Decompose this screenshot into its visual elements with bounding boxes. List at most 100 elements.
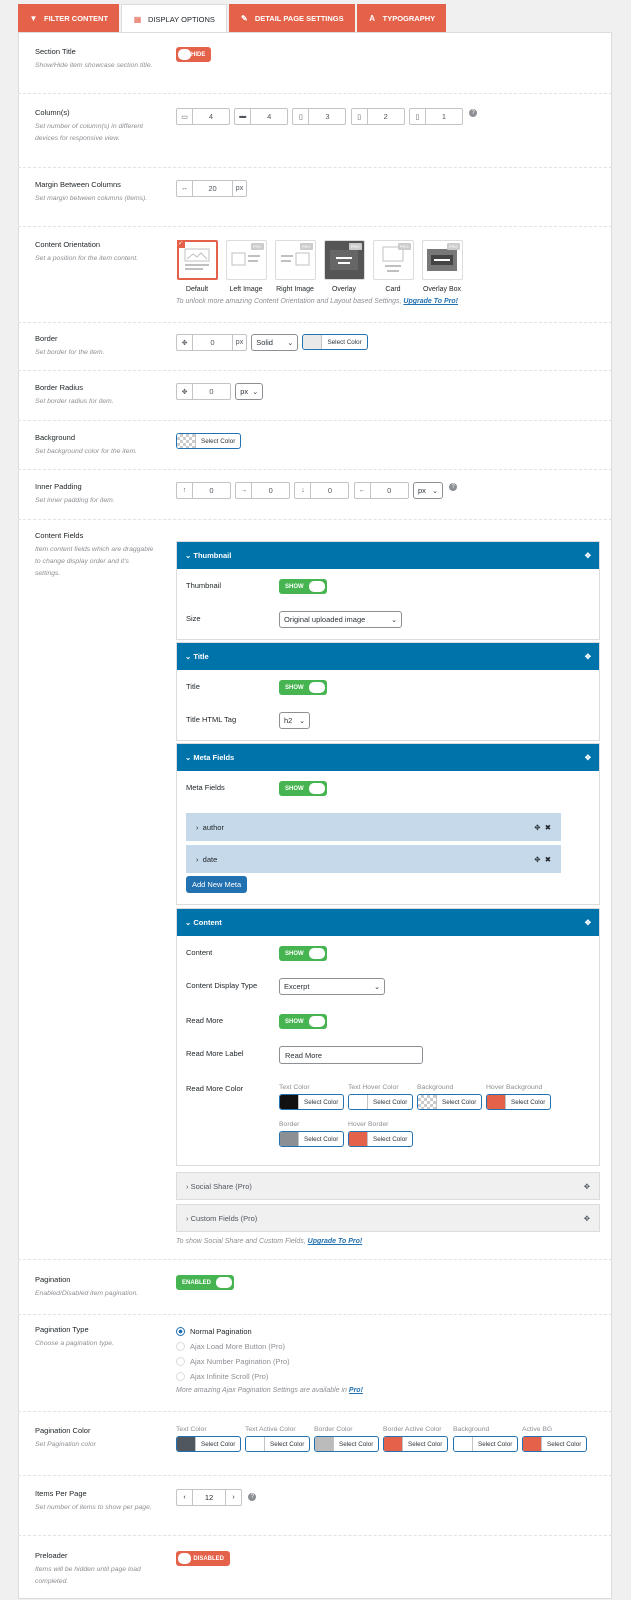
help-icon[interactable]: ?	[449, 482, 458, 491]
edit-icon: ✎	[241, 14, 248, 23]
pagination-toggle[interactable]: ENABLED	[176, 1275, 234, 1290]
padding-bottom-input[interactable]: ↓ 0	[294, 482, 350, 499]
radio-ajax-number-pagination[interactable]: Ajax Number Pagination (Pro)	[176, 1354, 363, 1369]
tab-display-options[interactable]: ▦ DISPLAY OPTIONS	[121, 4, 227, 33]
pagination-background-color-button[interactable]: Select Color	[453, 1436, 519, 1452]
pagination-border-active-color: Border Active Color Select Color	[383, 1426, 449, 1452]
decrement-icon[interactable]: ‹	[177, 1490, 192, 1505]
orientation-option-right-image[interactable]: PRO Right Image	[273, 240, 317, 293]
read-more-background-color-button[interactable]: Select Color	[417, 1094, 483, 1110]
read-more-border-color-button[interactable]: Select Color	[279, 1131, 345, 1147]
read-more-toggle[interactable]: SHOW	[279, 1014, 327, 1029]
divider	[18, 1475, 612, 1476]
read-more-hover-border-color-button[interactable]: Select Color	[348, 1131, 414, 1147]
pro-link[interactable]: Pro!	[349, 1387, 363, 1394]
move-icon[interactable]: ✥	[584, 1214, 590, 1223]
padding-left-input[interactable]: ← 0	[353, 482, 409, 499]
radio-normal-pagination[interactable]: Normal Pagination	[176, 1324, 363, 1339]
move-icon[interactable]: ✥	[585, 551, 591, 560]
color-swatch	[349, 1095, 367, 1109]
content-fields-desc: Item content fields which are draggable …	[35, 546, 154, 577]
columns-mobile-input[interactable]: ▯ 1	[408, 108, 463, 125]
close-icon[interactable]: ✖	[545, 823, 551, 832]
color-swatch	[384, 1437, 402, 1451]
move-icon[interactable]: ✥	[585, 652, 591, 661]
orientation-option-left-image[interactable]: PRO Left Image	[224, 240, 268, 293]
increment-icon[interactable]: ›	[226, 1490, 241, 1505]
upgrade-link[interactable]: Upgrade To Pro!	[403, 298, 458, 305]
meta-field-header[interactable]: ⌄ Meta Fields ✥	[177, 744, 599, 771]
pagination-active-bg-color-button[interactable]: Select Color	[522, 1436, 588, 1452]
thumbnail-field-box: ⌄ Thumbnail ✥ Thumbnail SHOW Size Origina…	[176, 541, 600, 640]
pagination-label: Pagination	[35, 1275, 71, 1284]
pagination-border-color-button[interactable]: Select Color	[314, 1436, 380, 1452]
orientation-upgrade-note: To unlock more amazing Content Orientati…	[176, 298, 458, 305]
thumbnail-field-header[interactable]: ⌄ Thumbnail ✥	[177, 542, 599, 569]
close-icon[interactable]: ✖	[545, 855, 551, 864]
orientation-option-card[interactable]: PRO Card	[371, 240, 415, 293]
pagination-text-color-button[interactable]: Select Color	[176, 1436, 242, 1452]
read-more-label-input[interactable]: Read More	[279, 1046, 423, 1064]
content-display-type-select[interactable]: Excerpt ⌄	[279, 978, 385, 995]
columns-large-desktop-input[interactable]: ▭ 4	[176, 108, 230, 125]
move-icon[interactable]: ✥	[584, 1182, 590, 1191]
move-icon[interactable]: ✥	[534, 855, 540, 864]
read-more-text-color-button[interactable]: Select Color	[279, 1094, 345, 1110]
add-new-meta-button[interactable]: Add New Meta	[186, 876, 248, 893]
content-toggle[interactable]: SHOW	[279, 946, 327, 961]
tab-typography[interactable]: A TYPOGRAPHY	[356, 4, 447, 33]
padding-unit-select[interactable]: px ⌄	[412, 482, 443, 499]
border-radius-input[interactable]: ✥ 0	[176, 383, 231, 400]
padding-right-input[interactable]: → 0	[235, 482, 291, 499]
title-toggle[interactable]: SHOW	[279, 680, 327, 695]
border-desc: Set border for the item.	[35, 349, 105, 356]
title-tag-select[interactable]: h2 ⌄	[279, 712, 310, 729]
columns-tablet-small-input[interactable]: ▯ 2	[350, 108, 405, 125]
columns-desc: Set number of column(s) in different dev…	[35, 123, 144, 142]
move-icon[interactable]: ✥	[585, 753, 591, 762]
tab-detail-page-settings[interactable]: ✎ DETAIL PAGE SETTINGS	[228, 4, 355, 33]
radio-ajax-load-more[interactable]: Ajax Load More Button (Pro)	[176, 1339, 363, 1354]
upgrade-link[interactable]: Upgrade To Pro!	[308, 1238, 363, 1245]
help-icon[interactable]: ?	[469, 108, 478, 117]
thumbnail-toggle[interactable]: SHOW	[279, 579, 327, 594]
title-field-header[interactable]: ⌄ Title ✥	[177, 643, 599, 670]
items-per-page-stepper[interactable]: ‹ 12 ›	[176, 1489, 242, 1506]
thumbnail-size-select[interactable]: Original uploaded image ⌄	[279, 611, 402, 628]
meta-item-date[interactable]: › date ✥ ✖	[186, 845, 561, 873]
meta-fields-toggle[interactable]: SHOW	[279, 781, 327, 796]
read-more-hover-background-color-button[interactable]: Select Color	[486, 1094, 552, 1110]
arrow-down-icon: ↓	[295, 483, 312, 498]
margin-input[interactable]: ↔ 20 px	[176, 180, 247, 197]
border-width-input[interactable]: ✥ 0 px	[176, 334, 247, 351]
custom-fields-pro-field[interactable]: › Custom Fields (Pro) ✥	[176, 1204, 600, 1232]
orientation-option-overlay-box[interactable]: PRO Overlay Box	[420, 240, 464, 293]
orientation-option-default[interactable]: ✓ Default	[175, 240, 219, 293]
border-style-select[interactable]: Solid ⌄	[251, 334, 299, 351]
section-title-toggle[interactable]: HIDE	[176, 47, 212, 62]
filter-icon: ▼	[29, 14, 38, 23]
move-icon[interactable]: ✥	[585, 918, 591, 927]
social-share-pro-field[interactable]: › Social Share (Pro) ✥	[176, 1172, 600, 1200]
color-swatch	[487, 1095, 505, 1109]
read-more-text-hover-color-button[interactable]: Select Color	[348, 1094, 414, 1110]
tab-filter-content[interactable]: ▼ FILTER CONTENT	[18, 4, 120, 33]
help-icon[interactable]: ?	[248, 1492, 257, 1501]
pagination-text-active-color-button[interactable]: Select Color	[245, 1436, 311, 1452]
meta-item-author[interactable]: › author ✥ ✖	[186, 813, 561, 841]
move-icon[interactable]: ✥	[534, 823, 540, 832]
pagination-border-active-color-button[interactable]: Select Color	[383, 1436, 449, 1452]
arrow-right-icon: →	[236, 483, 253, 498]
preloader-toggle[interactable]: DISABLED	[176, 1551, 230, 1566]
pagination-desc: Enabled/Disabled item pagination.	[35, 1290, 139, 1297]
orientation-option-overlay[interactable]: PRO Overlay	[322, 240, 366, 293]
background-color-button[interactable]: Select Color	[176, 433, 242, 449]
content-field-header[interactable]: ⌄ Content ✥	[177, 909, 599, 936]
padding-top-input[interactable]: ↑ 0	[176, 482, 231, 499]
columns-tablet-input[interactable]: ▯ 3	[292, 108, 347, 125]
radio-ajax-infinite-scroll[interactable]: Ajax Infinite Scroll (Pro)	[176, 1369, 363, 1384]
border-radius-unit-select[interactable]: px ⌄	[235, 383, 264, 400]
read-more-color-label: Read More Color	[186, 1084, 244, 1093]
border-color-button[interactable]: Select Color	[302, 334, 368, 350]
columns-desktop-input[interactable]: ▬ 4	[234, 108, 289, 125]
